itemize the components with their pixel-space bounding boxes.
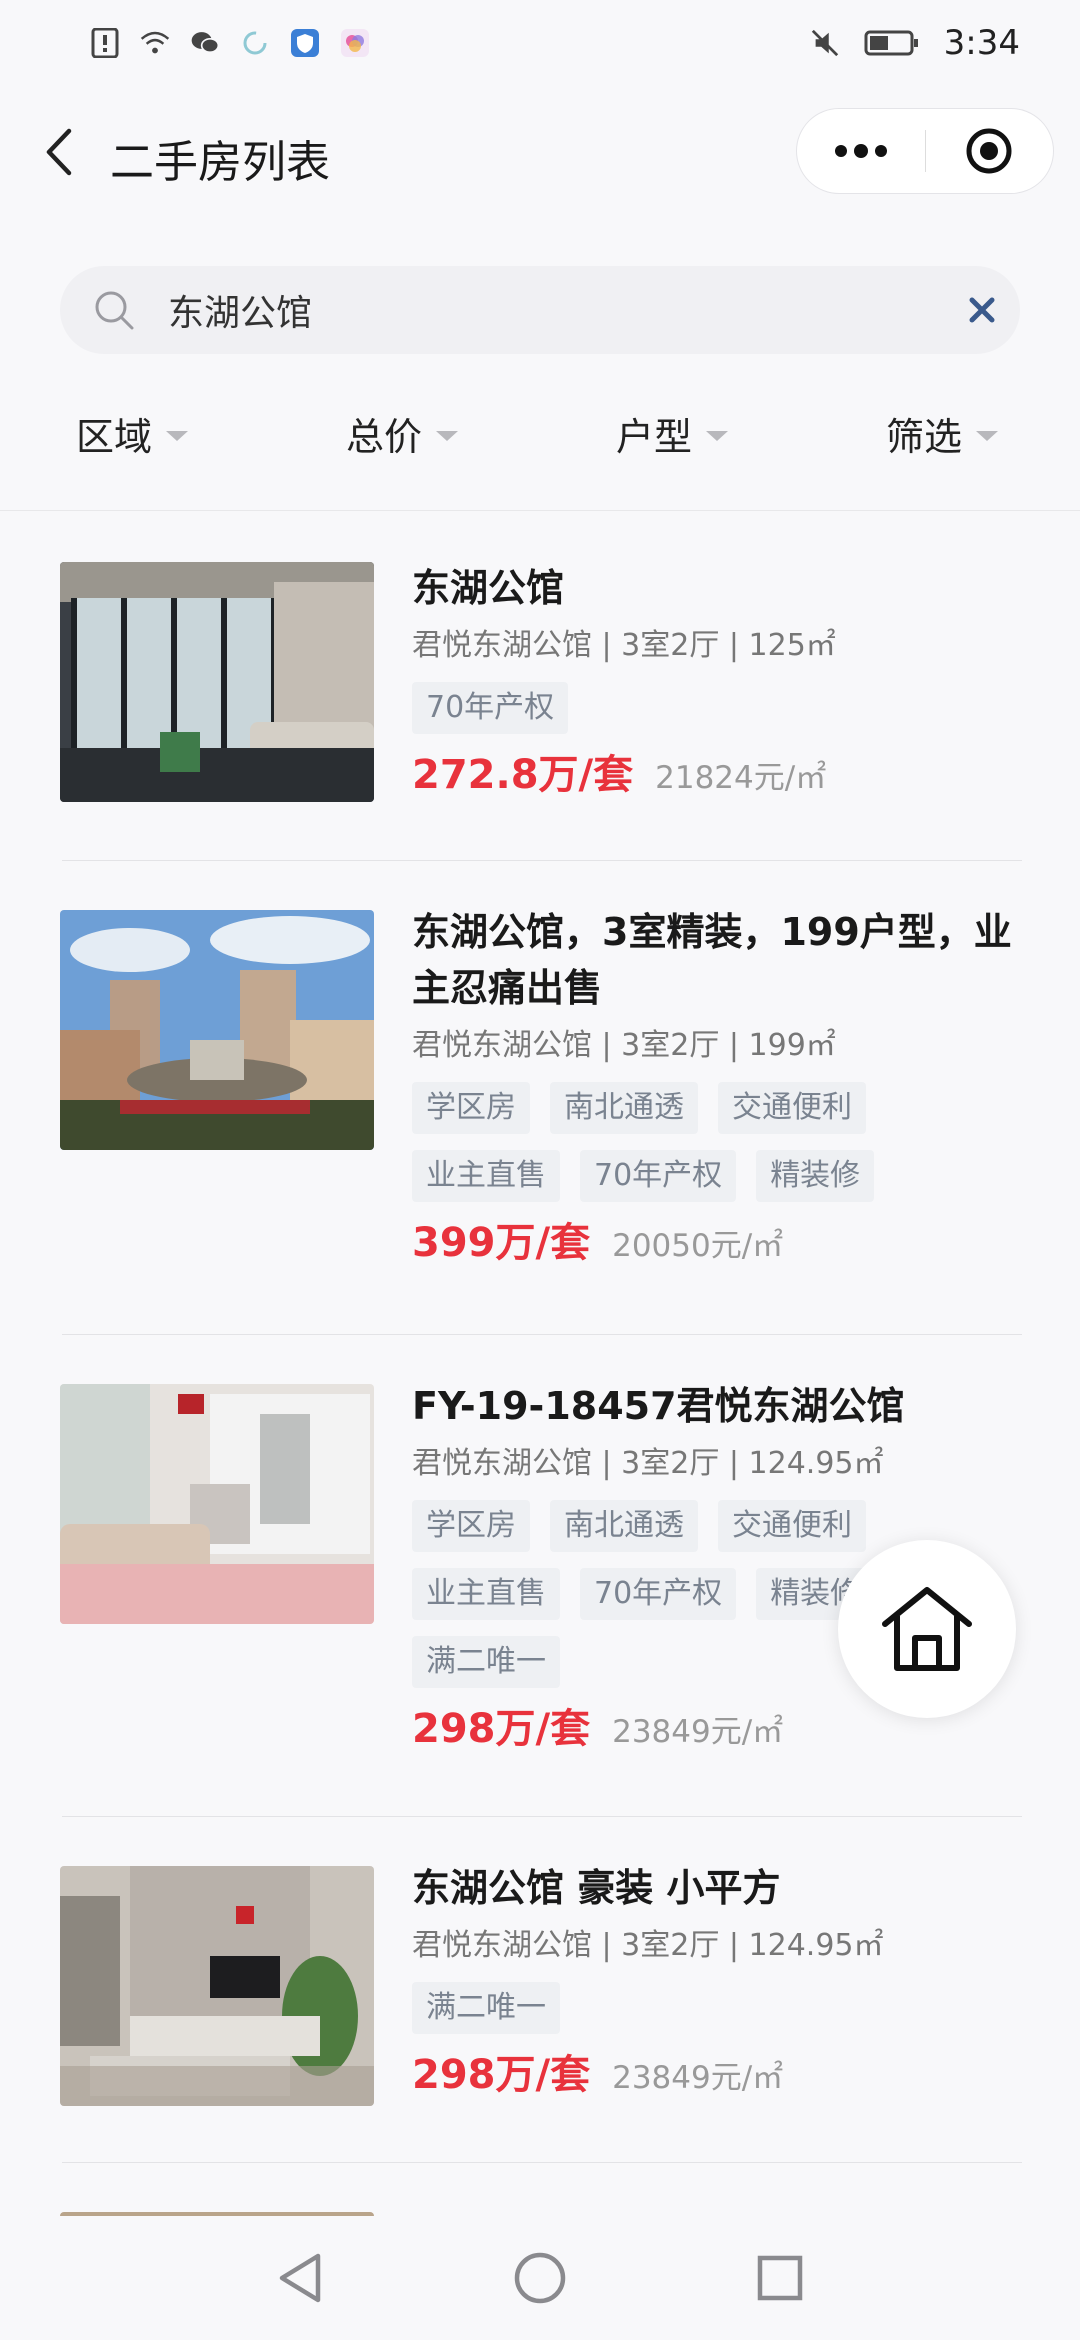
- tag-list: 学区房 南北通透 交通便利 业主直售 70年产权 精装修: [412, 1082, 932, 1202]
- total-price: 399万/套: [412, 1220, 591, 1266]
- listing-title: FY-19-18457君悦东湖公馆: [412, 1384, 905, 1428]
- tag: 业主直售: [412, 1150, 560, 1202]
- listing-subtitle: 君悦东湖公馆 | 3室2厅 | 124.95㎡: [412, 1928, 884, 1963]
- caret-down-icon: [436, 430, 459, 441]
- close-icon: [969, 297, 995, 323]
- square-recents-icon: [757, 2255, 803, 2301]
- filter-label: 总价: [346, 415, 423, 459]
- total-price: 298万/套: [412, 1706, 591, 1752]
- divider: [0, 510, 1080, 511]
- tag: 70年产权: [580, 1150, 737, 1202]
- listing-info: 东湖公馆 君悦东湖公馆 | 3室2厅 | 125㎡ 70年产权 272.8万/套…: [412, 560, 1032, 802]
- listing-title: 东湖公馆 豪装 小平方: [412, 1866, 781, 1910]
- triangle-back-icon: [279, 2253, 321, 2303]
- filter-label: 区域: [76, 415, 153, 459]
- system-back-button[interactable]: [268, 2246, 332, 2310]
- listing-subtitle: 君悦东湖公馆 | 3室2厅 | 124.95㎡: [412, 1446, 884, 1481]
- system-home-button[interactable]: [508, 2246, 572, 2310]
- unit-price: 23849元/㎡: [612, 2060, 784, 2096]
- status-right-icons: 3:34: [810, 23, 1020, 63]
- tag: 交通便利: [718, 1082, 866, 1134]
- back-button[interactable]: [28, 122, 88, 182]
- tag: 精装修: [756, 1150, 875, 1202]
- divider: [62, 860, 1022, 861]
- mute-icon: [810, 28, 840, 58]
- listing-subtitle: 君悦东湖公馆 | 3室2厅 | 199㎡: [412, 1028, 836, 1063]
- tag-list: 满二唯一: [412, 1982, 932, 2034]
- battery-icon: [864, 28, 920, 58]
- tag-list: 70年产权: [412, 682, 932, 734]
- listing-photo: [60, 562, 374, 802]
- listing-photo: [60, 1866, 374, 2106]
- colorful-app-icon: [340, 28, 370, 58]
- price-row: 399万/套 20050元/㎡: [412, 1210, 1032, 1270]
- tag: 学区房: [412, 1082, 530, 1134]
- alert-icon: [90, 28, 120, 58]
- tag: 学区房: [412, 1500, 530, 1552]
- filter-label: 筛选: [886, 415, 963, 459]
- filter-total-price[interactable]: 总价: [346, 406, 459, 461]
- more-button[interactable]: [797, 108, 925, 194]
- mini-program-capsule: [796, 108, 1054, 194]
- wifi-icon: [140, 28, 170, 58]
- divider: [62, 1334, 1022, 1335]
- system-recents-button[interactable]: [748, 2246, 812, 2310]
- home-icon: [882, 1587, 972, 1671]
- price-row: 272.8万/套 21824元/㎡: [412, 742, 1032, 802]
- divider: [62, 2162, 1022, 2163]
- total-price: 298万/套: [412, 2052, 591, 2098]
- wechat-icon: [190, 28, 220, 58]
- filter-more[interactable]: 筛选: [886, 406, 999, 461]
- listing-info: 东湖公馆，3室精装，199户型，业主忍痛出售 君悦东湖公馆 | 3室2厅 | 1…: [412, 904, 1032, 1270]
- clear-search-button[interactable]: [960, 288, 1004, 332]
- search-box: [60, 266, 1020, 354]
- listing-title: 东湖公馆: [412, 566, 565, 610]
- tag: 70年产权: [412, 682, 569, 734]
- filter-bar: 区域 总价 户型 筛选: [0, 384, 1080, 480]
- search-input[interactable]: [168, 266, 928, 354]
- listing-photo: [60, 1384, 374, 1624]
- shield-app-icon: [290, 28, 320, 58]
- tag: 70年产权: [580, 1568, 737, 1620]
- loading-icon: [240, 28, 270, 58]
- filter-region[interactable]: 区域: [76, 406, 189, 461]
- tag: 业主直售: [412, 1568, 560, 1620]
- target-circle-icon: [966, 128, 1012, 174]
- caret-down-icon: [166, 430, 189, 441]
- tag: 满二唯一: [412, 1982, 560, 2034]
- tag: 交通便利: [718, 1500, 866, 1552]
- listing-subtitle: 君悦东湖公馆 | 3室2厅 | 125㎡: [412, 628, 836, 663]
- status-bar: 3:34: [0, 0, 1080, 86]
- price-row: 298万/套 23849元/㎡: [412, 2042, 1032, 2102]
- unit-price: 23849元/㎡: [612, 1714, 784, 1750]
- caret-down-icon: [706, 430, 729, 441]
- system-nav-bar: [0, 2216, 1080, 2340]
- total-price: 272.8万/套: [412, 752, 634, 798]
- home-button[interactable]: [838, 1540, 1016, 1718]
- more-dots-icon: [834, 144, 887, 158]
- search-icon: [95, 291, 134, 330]
- unit-price: 21824元/㎡: [655, 760, 827, 796]
- tag: 满二唯一: [412, 1636, 560, 1688]
- filter-label: 户型: [616, 415, 693, 459]
- listing-title: 东湖公馆，3室精装，199户型，业主忍痛出售: [412, 910, 1012, 1010]
- tag: 南北通透: [550, 1500, 698, 1552]
- page-title: 二手房列表: [110, 137, 330, 188]
- close-miniprogram-button[interactable]: [926, 108, 1054, 194]
- status-left-icons: [90, 28, 370, 58]
- listing-info: 东湖公馆 豪装 小平方 君悦东湖公馆 | 3室2厅 | 124.95㎡ 满二唯一…: [412, 1860, 1032, 2102]
- divider: [62, 1816, 1022, 1817]
- circle-home-icon: [514, 2252, 566, 2304]
- unit-price: 20050元/㎡: [612, 1228, 784, 1264]
- listing-photo: [60, 910, 374, 1150]
- nav-bar: 二手房列表: [0, 100, 1080, 204]
- caret-down-icon: [976, 430, 999, 441]
- chevron-left-icon: [46, 128, 72, 176]
- tag: 南北通透: [550, 1082, 698, 1134]
- status-time: 3:34: [943, 23, 1020, 63]
- filter-layout[interactable]: 户型: [616, 406, 729, 461]
